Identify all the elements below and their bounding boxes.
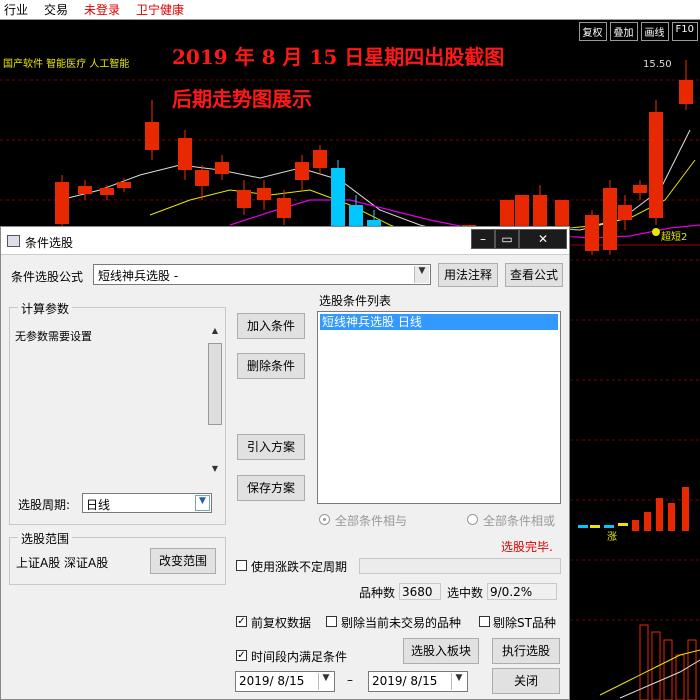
dialog-title: 条件选股 <box>25 236 74 250</box>
radio-and[interactable] <box>319 514 330 525</box>
exclude-untraded-checkbox[interactable] <box>326 616 337 627</box>
pre-adjust-label: 前复权数据 <box>251 616 312 630</box>
indicator-label: 超短2 <box>661 230 687 243</box>
exclude-st-checkbox[interactable] <box>479 616 490 627</box>
formula-value: 短线神兵选股 - <box>98 269 179 283</box>
price-label: 15.50 <box>643 59 672 70</box>
dialog-titlebar[interactable]: 条件选股 – ▭ ✕ <box>1 227 569 255</box>
period-value: 日线 <box>86 498 111 512</box>
radio-and-label: 全部条件相与 <box>335 514 408 528</box>
date-to-chevron-icon[interactable]: ▼ <box>451 673 466 690</box>
delete-condition-button[interactable]: 删除条件 <box>237 353 305 379</box>
done-status-text: 选股完毕. <box>501 540 553 554</box>
formula-label: 条件选股公式 <box>11 270 84 284</box>
import-scheme-button[interactable]: 引入方案 <box>237 434 305 460</box>
scroll-thumb[interactable] <box>208 343 222 425</box>
period-chevron-icon[interactable]: ▼ <box>195 495 210 511</box>
add-condition-button[interactable]: 加入条件 <box>237 313 305 339</box>
stock-name: 卫宁健康 <box>136 3 185 17</box>
dialog-app-icon <box>7 235 20 247</box>
period-label: 选股周期: <box>18 498 71 512</box>
restore-rights-button[interactable]: 复权 <box>578 22 607 41</box>
condition-select-dialog: 条件选股 – ▭ ✕ 条件选股公式 短线神兵选股 - ▼ 用法注释 查看公式 计… <box>0 226 570 700</box>
calc-params-title: 计算参数 <box>18 300 73 317</box>
top-menu-bar: 行业 交易 未登录 卫宁健康 <box>0 0 700 20</box>
date-from-value: 2019/ 8/15 <box>239 674 305 688</box>
signal-marker <box>652 228 660 236</box>
minimize-icon[interactable]: – <box>471 229 495 249</box>
period-select[interactable]: 日线 ▼ <box>82 493 212 513</box>
zhang-label: 涨 <box>607 531 617 543</box>
close-icon[interactable]: ✕ <box>519 229 567 249</box>
to-block-button[interactable]: 选股入板块 <box>403 638 479 664</box>
concept-tags: 国产软件 智能医疗 人工智能 <box>3 57 129 70</box>
scroll-down-icon[interactable]: ▼ <box>209 464 221 473</box>
usage-notes-button[interactable]: 用法注释 <box>438 263 498 287</box>
selected-field: 9/0.2% <box>487 583 557 600</box>
radio-or[interactable] <box>467 514 478 525</box>
exclude-st-label: 剔除ST品种 <box>493 616 556 630</box>
maximize-icon[interactable]: ▭ <box>495 229 519 249</box>
params-scrollbar[interactable]: ▲ ▼ <box>208 326 223 474</box>
menu-industry[interactable]: 行业 <box>4 1 28 18</box>
condition-list-item[interactable]: 短线神兵选股 日线 <box>320 314 558 330</box>
date-to-value: 2019/ 8/15 <box>372 674 438 688</box>
count-label: 品种数 <box>359 586 396 600</box>
use-period-label: 使用涨跌不定周期 <box>251 560 348 574</box>
select-range-title: 选股范围 <box>18 530 73 547</box>
formula-combobox[interactable]: 短线神兵选股 - ▼ <box>93 264 431 285</box>
close-button[interactable]: 关闭 <box>492 668 560 694</box>
condition-list-label: 选股条件列表 <box>319 294 392 308</box>
login-status[interactable]: 未登录 <box>84 1 120 18</box>
menu-trade[interactable]: 交易 <box>44 1 68 18</box>
save-scheme-button[interactable]: 保存方案 <box>237 475 305 501</box>
date-from-chevron-icon[interactable]: ▼ <box>318 673 333 690</box>
time-cond-label: 时间段内满足条件 <box>251 650 348 664</box>
radio-or-label: 全部条件相或 <box>483 514 556 528</box>
select-range-group: 选股范围 上证A股 深证A股 改变范围 <box>9 530 226 585</box>
date-to-picker[interactable]: 2019/ 8/15 ▼ <box>368 671 468 692</box>
range-value: 上证A股 深证A股 <box>16 556 109 570</box>
chevron-down-icon[interactable]: ▼ <box>414 266 429 283</box>
selected-label: 选中数 <box>447 586 484 600</box>
date-separator: – <box>347 673 353 687</box>
headline-subtitle: 后期走势图展示 <box>172 87 312 111</box>
condition-list[interactable]: 短线神兵选股 日线 <box>317 311 561 504</box>
calc-params-group: 计算参数 无参数需要设置 ▲ ▼ 选股周期: 日线 ▼ <box>9 300 226 525</box>
selected-value: 9/0.2% <box>490 585 533 599</box>
indicator-line <box>599 649 700 696</box>
chart-toolbar: 复权 叠加 画线 F10 <box>578 22 698 41</box>
count-value: 3680 <box>402 585 433 599</box>
exclude-untraded-label: 剔除当前未交易的品种 <box>341 616 462 630</box>
date-from-picker[interactable]: 2019/ 8/15 ▼ <box>235 671 335 692</box>
change-range-button[interactable]: 改变范围 <box>150 548 216 574</box>
period-disabled-field <box>359 558 561 574</box>
no-params-text: 无参数需要设置 <box>15 330 92 343</box>
pre-adjust-checkbox[interactable]: ✓ <box>236 616 247 627</box>
draw-line-button[interactable]: 画线 <box>640 22 669 41</box>
time-cond-checkbox[interactable]: ✓ <box>236 650 247 661</box>
use-period-checkbox[interactable] <box>236 560 247 571</box>
volume-bars <box>578 487 697 700</box>
f10-button[interactable]: F10 <box>671 22 698 41</box>
overlay-button[interactable]: 叠加 <box>609 22 638 41</box>
view-formula-button[interactable]: 查看公式 <box>505 263 563 287</box>
run-select-button[interactable]: 执行选股 <box>492 638 560 664</box>
headline-title: 2019 年 8 月 15 日星期四出股截图 <box>172 45 504 69</box>
scroll-up-icon[interactable]: ▲ <box>209 326 221 335</box>
count-field: 3680 <box>399 583 441 600</box>
